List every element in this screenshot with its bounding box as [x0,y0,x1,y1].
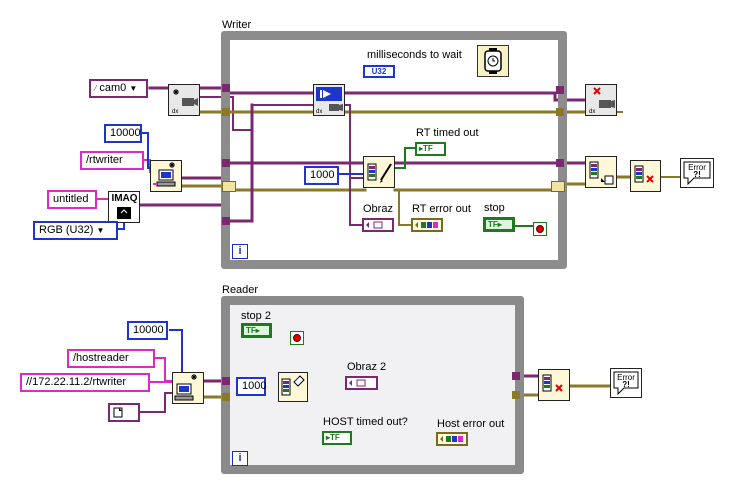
imaq-label: IMAQ [111,193,138,204]
reader-error-handler-icon[interactable]: Error ?! [610,368,642,398]
writer-timeout-constant[interactable]: 1000 [304,166,339,185]
writer-buffer-size-constant[interactable]: 10000 [104,124,142,143]
rt-timed-out-label: RT timed out [416,127,479,139]
reader-options-constant[interactable] [108,403,140,422]
obraz-control[interactable] [362,218,394,232]
rt-error-out-indicator [411,218,443,232]
wait-ms-icon[interactable] [477,45,509,77]
writer-tunnel [556,108,564,116]
read-element-icon[interactable] [278,372,308,402]
imaqdx-close-camera-icon[interactable]: dx [585,84,617,116]
obraz-label: Obraz [363,203,393,215]
writer-iteration-terminal: i [232,244,248,259]
reader-iteration-terminal: i [232,451,248,466]
rt-error-out-label: RT error out [412,203,471,215]
stop2-control[interactable]: TF▸ [241,323,272,338]
write-element-icon[interactable] [363,156,395,188]
reader-destroy-stream-icon[interactable] [538,369,570,401]
writer-tunnel [556,159,564,167]
simple-error-handler-icon[interactable]: Error ?! [680,158,714,188]
writer-tunnel [222,108,230,116]
tf-text: TF [423,144,433,153]
tf-text: TF [330,433,340,442]
rt-timed-out-indicator: ▸TF [415,142,446,156]
ms-wait-label: milliseconds to wait [367,49,462,61]
camera-name-constant[interactable]: ⁄ cam0 ▼ [89,79,148,98]
dropdown-arrow-icon: ▼ [129,84,138,93]
reader-tunnel [512,391,520,399]
wire-image-type [117,222,125,230]
ms-wait-type: U32 [371,67,387,76]
create-writer-endpoint-icon[interactable] [150,160,182,192]
svg-text:dx: dx [316,109,322,115]
stop-control[interactable]: TF▸ [483,217,515,232]
writer-tunnel [222,84,230,92]
reader-tunnel [512,372,520,380]
ms-wait-control[interactable]: U32 [363,65,395,78]
writer-tunnel [222,159,230,167]
writer-shift-register-right [551,181,565,192]
dropdown-arrow-icon: ▼ [96,226,105,235]
tf-text: TF [488,220,498,229]
host-timed-out-label: HOST timed out? [323,416,408,428]
camera-name: cam0 [99,82,127,94]
image-type-value: RGB (U32) [39,224,94,236]
host-error-out-label: Host error out [437,418,505,430]
svg-text:dx: dx [589,109,595,115]
destroy-stream-icon[interactable] [630,160,661,192]
obraz2-label: Obraz 2 [347,361,387,373]
reader-timeout-constant[interactable]: 1000 [236,377,266,396]
wire-reader-opts [139,392,173,413]
wire-hostreader [154,357,173,382]
flush-stream-icon[interactable] [585,156,617,188]
reader-buffer-size-constant[interactable]: 10000 [127,321,168,340]
svg-text:?!: ?! [693,170,701,179]
writer-tunnel [222,217,230,225]
imaqdx-grab-icon[interactable]: dx [313,84,345,116]
tf-arrow-icon: ▸ [497,220,502,229]
svg-text:dx: dx [172,109,178,115]
reader-loop-title: Reader [222,284,259,296]
hostreader-url-constant[interactable]: /hostreader [67,349,155,368]
reader-tunnel [222,393,230,401]
remote-url-constant[interactable]: //172.22.11.2/rtwriter [20,373,150,392]
stop-condition-icon[interactable] [533,222,547,236]
host-timed-out-indicator: ▸TF [322,431,352,445]
stop-label: stop [484,202,505,214]
stop2-condition-icon[interactable] [290,331,304,345]
writer-shift-register-left [222,181,236,192]
writer-tunnel [556,86,564,94]
stop2-label: stop 2 [241,310,271,322]
tf-arrow-icon: ▸ [255,326,260,335]
create-reader-endpoint-icon[interactable] [172,372,204,404]
tf-text: TF [246,326,256,335]
reader-tunnel [222,377,230,385]
host-error-out-indicator [436,432,468,446]
svg-text:?!: ?! [622,380,630,389]
rtwriter-url-constant[interactable]: /rtwriter [80,151,144,170]
obraz2-indicator [345,376,378,390]
image-type-constant[interactable]: RGB (U32) ▼ [33,221,118,240]
imaqdx-open-camera-icon[interactable]: dx [168,84,200,116]
wire-reader-buffer [169,329,183,376]
io-name-icon: ⁄ [95,84,97,93]
writer-loop-title: Writer [222,19,252,31]
image-name-constant[interactable]: untitled [47,190,97,209]
